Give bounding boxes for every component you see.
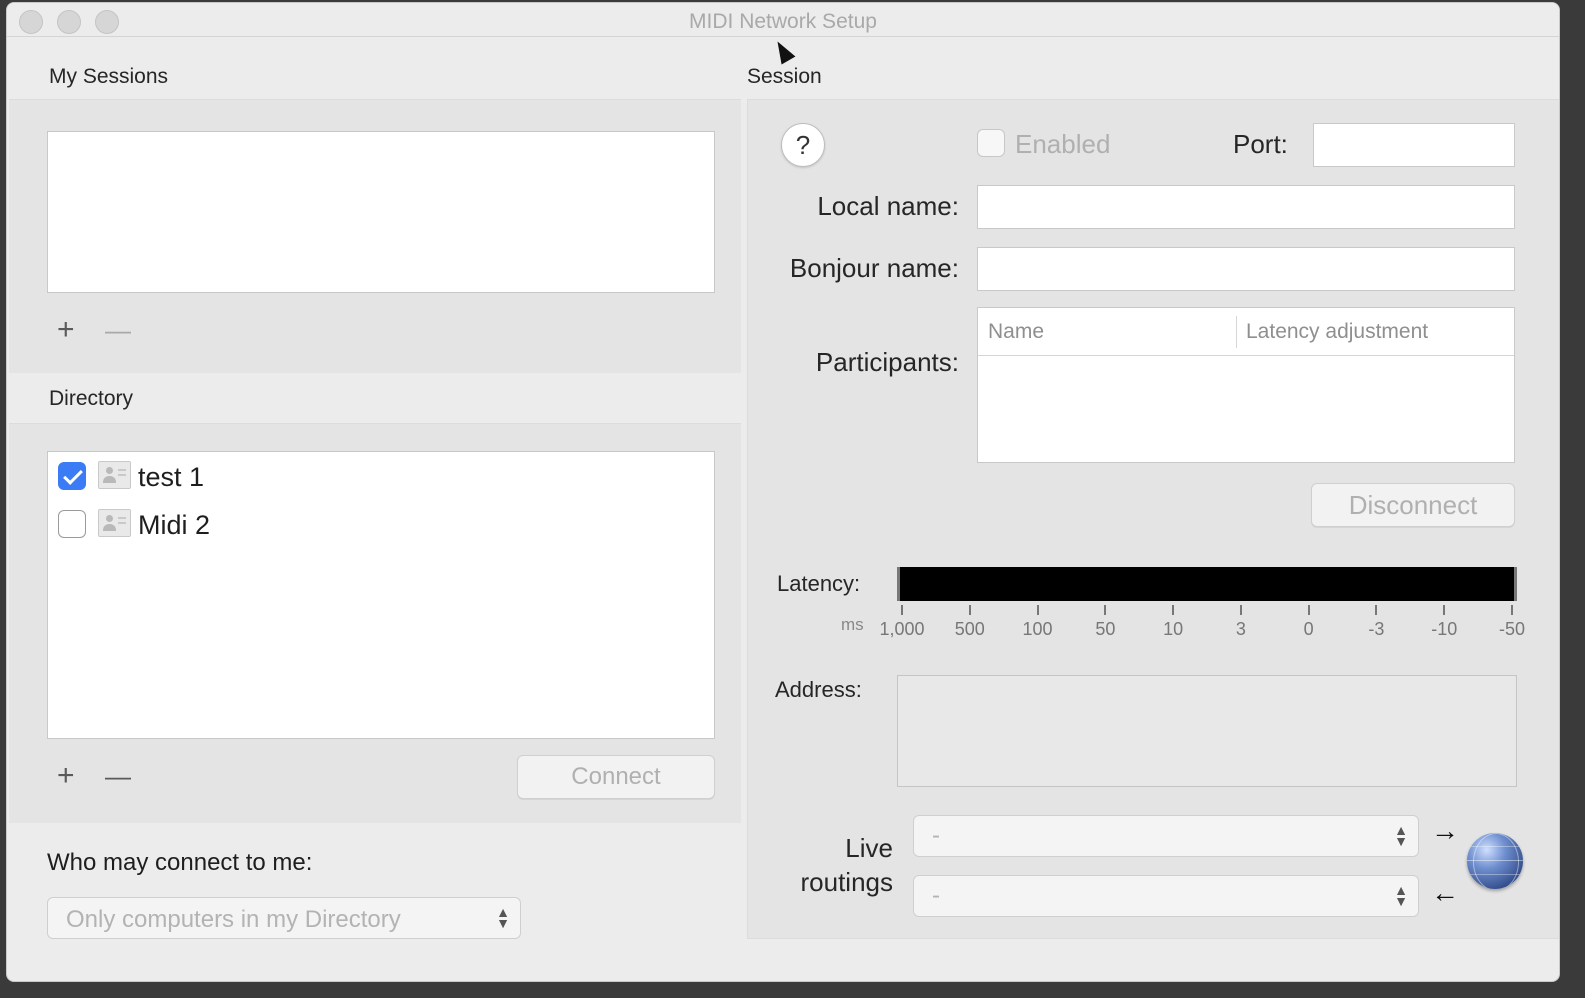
person-icon [98,461,131,489]
up-down-arrows-icon: ▲ ▼ [1394,822,1408,849]
add-session-button[interactable]: + [57,315,75,345]
latency-tick [968,605,971,615]
who-may-connect-select[interactable]: Only computers in my Directory ▲ ▼ [47,897,521,939]
remove-session-button[interactable]: — [105,315,131,345]
column-header-name[interactable]: Name [988,320,1044,344]
local-name-label: Local name: [817,191,959,221]
port-field[interactable] [1313,123,1515,167]
latency-tick-label: -50 [1498,619,1525,639]
participants-label: Participants: [815,347,959,377]
routing-out-value: - [932,822,940,849]
up-down-arrows-icon: ▲ ▼ [1394,882,1408,909]
live-routings-label: Live routings [777,831,894,899]
directory-heading: Directory [49,387,134,410]
midi-network-setup-window: MIDI Network Setup My Sessions + — Direc… [6,2,1560,982]
local-name-field[interactable] [977,185,1515,229]
latency-tick [1172,605,1175,615]
directory-item-name: Midi 2 [138,510,211,540]
bonjour-name-label: Bonjour name: [789,253,959,283]
list-item[interactable]: Midi 2 [48,500,714,548]
arrow-left-icon: ← [1431,877,1459,908]
directory-list: test 1 Midi 2 [47,451,715,739]
address-field[interactable] [897,675,1517,787]
latency-unit: ms [841,615,864,634]
live-routings-label-line2: routings [800,867,894,897]
help-button[interactable]: ? [781,123,825,167]
routing-in-value: - [932,882,940,909]
arrow-right-icon: → [1431,815,1459,846]
disconnect-button[interactable]: Disconnect [1311,483,1515,527]
who-may-connect-label: Who may connect to me: [47,849,313,876]
latency-label: Latency: [777,571,861,596]
directory-item-checkbox[interactable] [58,462,86,490]
latency-meter [897,567,1517,601]
latency-tick [901,605,903,615]
bonjour-name-field[interactable] [977,247,1515,291]
latency-tick-label: 50 [1095,619,1116,639]
live-routings-label-line1: Live [845,833,893,863]
add-directory-button[interactable]: + [57,761,75,791]
latency-tick-label: 3 [1235,619,1246,639]
address-label: Address: [775,677,862,702]
latency-tick [1307,605,1310,615]
latency-tick [1239,605,1242,615]
person-icon [98,509,131,537]
directory-item-checkbox[interactable] [58,510,86,538]
latency-tick-label: -3 [1368,619,1385,639]
window-title: MIDI Network Setup [689,10,877,33]
enabled-label: Enabled [1015,129,1111,159]
directory-item-name: test 1 [138,462,205,492]
column-header-latency-adjustment[interactable]: Latency adjustment [1246,320,1428,344]
latency-tick [1511,605,1513,615]
session-heading: Session [747,65,822,88]
enabled-checkbox[interactable] [977,129,1005,157]
latency-tick-label: 10 [1163,619,1184,639]
participants-table[interactable]: Name Latency adjustment [977,307,1515,463]
latency-tick-label: -10 [1431,619,1458,639]
up-down-arrows-icon: ▲ ▼ [496,904,510,931]
participants-table-header: Name Latency adjustment [978,308,1514,356]
remove-directory-button[interactable]: — [105,761,131,791]
my-sessions-list[interactable] [47,131,715,293]
routing-in-select[interactable]: - ▲ ▼ [913,875,1419,917]
title-bar: MIDI Network Setup [7,3,1559,37]
latency-tick-label: 100 [1022,619,1053,639]
latency-tick [1104,605,1107,615]
latency-tick-label: 0 [1303,619,1314,639]
my-sessions-heading: My Sessions [49,65,169,88]
latency-tick [1375,605,1378,615]
connect-button[interactable]: Connect [517,755,715,799]
list-item[interactable]: test 1 [48,452,714,500]
who-may-connect-value: Only computers in my Directory [66,906,401,933]
latency-tick [1443,605,1446,615]
latency-tick-label: 500 [954,619,985,639]
column-divider [1236,316,1237,348]
port-label: Port: [1233,129,1288,159]
routing-out-select[interactable]: - ▲ ▼ [913,815,1419,857]
network-globe-icon [1467,833,1523,889]
latency-tick [1036,605,1039,615]
latency-tick-label: 1,000 [879,619,925,639]
